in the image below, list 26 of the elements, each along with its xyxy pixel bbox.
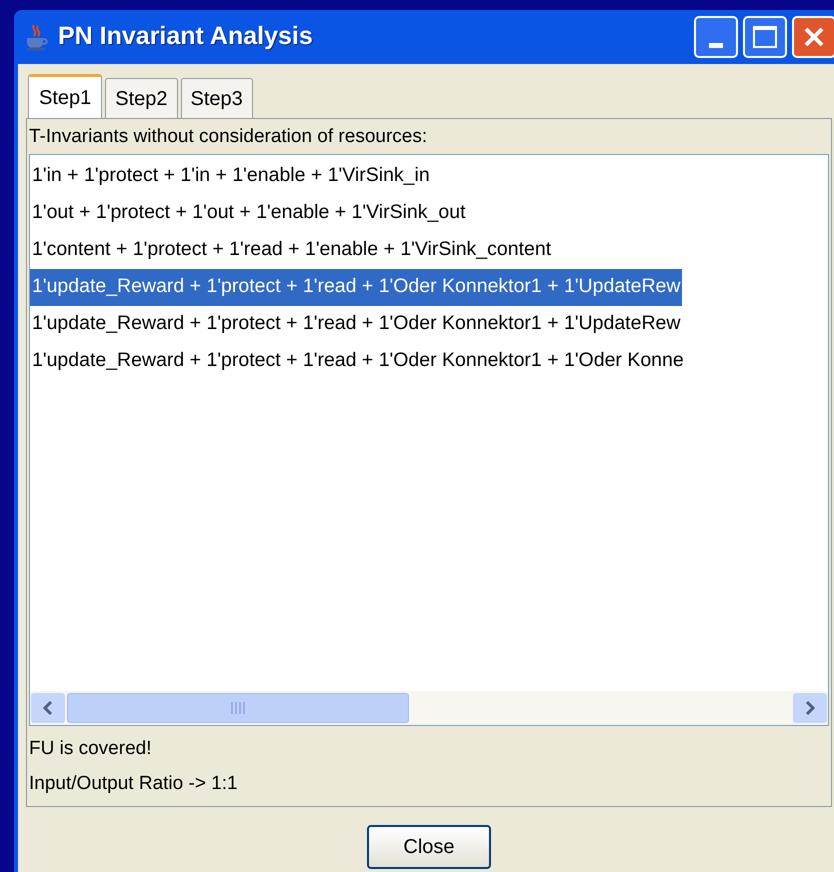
list-item[interactable]: 1'out + 1'protect + 1'out + 1'enable + 1'VirSink_out: [30, 194, 468, 232]
minimize-button[interactable]: [694, 16, 738, 58]
list-item[interactable]: 1'update_Reward + 1'protect + 1'read + 1'Oder Konnektor1 + 1'UpdateRew: [30, 268, 682, 306]
maximize-icon: [753, 26, 777, 48]
minimize-icon: [709, 43, 723, 48]
tab[interactable]: Step3: [180, 78, 253, 118]
scrollbar-thumb[interactable]: [67, 692, 409, 722]
window-title: PN Invariant Analysis: [58, 21, 313, 52]
list-item[interactable]: 1'update_Reward + 1'protect + 1'read + 1'Oder Konnektor1 + 1'UpdateRew: [30, 306, 682, 342]
close-button[interactable]: Close: [367, 824, 491, 868]
horizontal-scrollbar[interactable]: [30, 690, 828, 724]
list-item[interactable]: 1'in + 1'protect + 1'in + 1'enable + 1'VirSink_in: [30, 158, 432, 194]
tab[interactable]: Step2: [105, 78, 178, 118]
scroll-right-button[interactable]: [793, 692, 827, 722]
maximize-button[interactable]: [743, 16, 787, 58]
status-text: Input/Output Ratio -> 1:1: [29, 772, 239, 796]
close-icon: [802, 25, 826, 49]
grip-icon: [231, 702, 245, 714]
coffee-cup-icon: [24, 23, 50, 51]
list-heading: T-Invariants without consideration of resources:: [29, 126, 428, 147]
scroll-left-button[interactable]: [31, 692, 65, 722]
tab[interactable]: Step1: [28, 74, 102, 118]
close-window-button[interactable]: [792, 16, 834, 58]
list-item[interactable]: 1'content + 1'protect + 1'read + 1'enable + 1'VirSink_content: [30, 232, 554, 268]
list-item[interactable]: 1'update_Reward + 1'protect + 1'read + 1'Oder Konnektor1 + 1'Oder Konne: [30, 342, 686, 380]
status-text: FU is covered!: [29, 736, 152, 761]
